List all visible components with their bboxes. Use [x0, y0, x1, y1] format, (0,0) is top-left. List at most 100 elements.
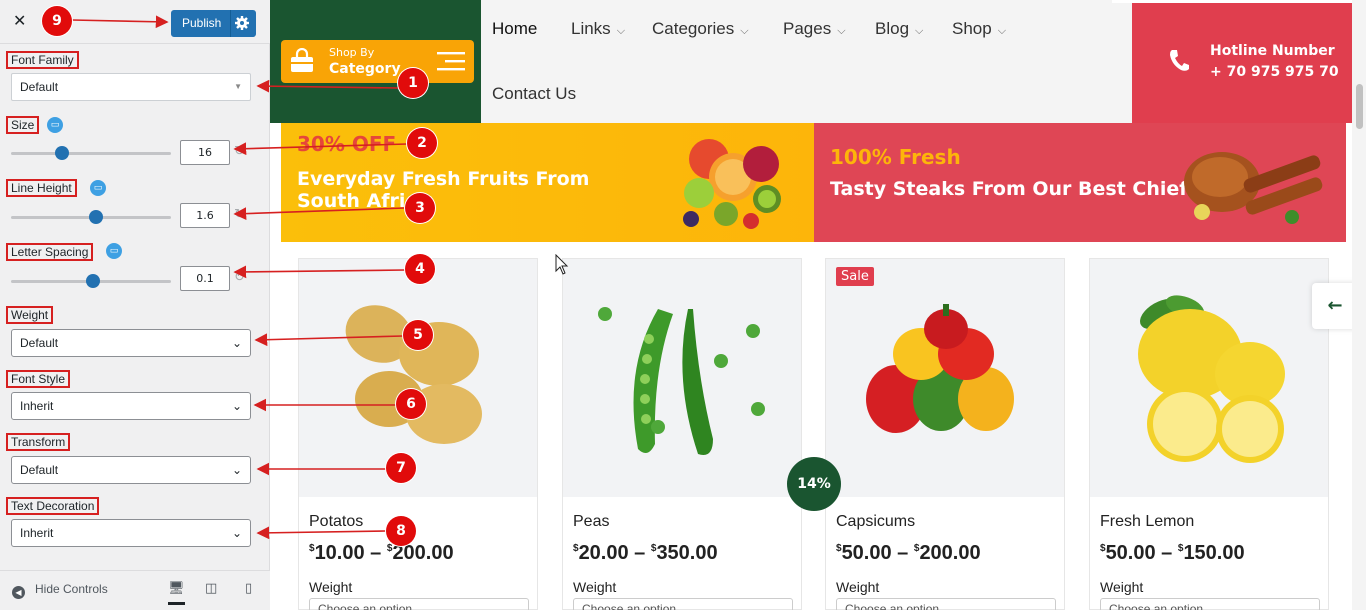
nav-contact[interactable]: Contact Us [492, 84, 576, 104]
product-card[interactable]: Sale Capsicums $50.00 – $200.00 Weight C… [825, 258, 1065, 610]
promo-banner-fruits[interactable]: 30% OFF Everyday Fresh Fruits From South… [281, 123, 814, 242]
main-navigation: Home Links ⌵ Categories ⌵ Pages ⌵ Blog ⌵ Sho… [481, 0, 1132, 123]
size-slider-thumb[interactable] [55, 146, 70, 160]
weight-select[interactable]: Choose an option [573, 598, 793, 610]
weight-label: Weight [836, 579, 880, 595]
responsive-icon[interactable]: ▭ [106, 243, 122, 259]
peas-image [598, 307, 765, 455]
product-image[interactable] [563, 259, 801, 497]
capsicum-image [866, 304, 1014, 433]
grilled-meat-image [1184, 152, 1323, 224]
collapse-icon: ◀ [12, 586, 25, 599]
weight-label: Weight [309, 579, 353, 595]
hamburger-icon [437, 52, 465, 71]
product-name[interactable]: Fresh Lemon [1100, 513, 1194, 531]
font-family-label: Font Family [6, 51, 79, 69]
mobile-icon[interactable]: ▯ [245, 581, 252, 596]
price-max: 350.00 [656, 542, 718, 564]
annotation-badge: 3 [405, 193, 435, 223]
transform-select[interactable]: Default ⌄ [11, 456, 251, 484]
reset-icon[interactable]: ↻ [234, 270, 245, 285]
discount-badge: 14% [787, 457, 841, 511]
price-min: 10.00 [314, 542, 365, 564]
price-max: 150.00 [1183, 542, 1245, 564]
promo-banner-steaks[interactable]: 100% Fresh Tasty Steaks From Our Best Ch… [814, 123, 1346, 242]
responsive-icon[interactable]: ▭ [90, 180, 106, 196]
reset-icon[interactable]: ↻ [234, 144, 245, 159]
transform-value: Default [20, 463, 59, 477]
phone-icon [1170, 50, 1189, 71]
line-height-input[interactable]: 1.6 [180, 203, 230, 228]
font-style-select[interactable]: Inherit ⌄ [11, 392, 251, 420]
product-card[interactable]: Fresh Lemon $50.00 – $150.00 Weight Choo… [1089, 258, 1329, 610]
text-decoration-value: Inherit [20, 526, 54, 540]
responsive-icon[interactable]: ▭ [47, 117, 63, 133]
tablet-icon[interactable]: ◫ [205, 581, 217, 596]
price-min: 20.00 [578, 542, 629, 564]
product-price: $10.00 – $200.00 [309, 542, 454, 564]
weight-label: Weight [573, 579, 617, 595]
line-height-label: Line Height [6, 179, 77, 197]
publish-separator [230, 10, 231, 37]
price-max: 200.00 [919, 542, 981, 564]
desktop-icon[interactable]: 🖥 [168, 581, 185, 605]
product-card[interactable]: Peas $20.00 – $350.00 Weight Choose an o… [562, 258, 802, 610]
header-brand-area: Shop By Category [270, 0, 481, 123]
nav-pages[interactable]: Pages ⌵ [783, 19, 846, 39]
chevron-down-icon: ⌵ [997, 25, 1007, 37]
nav-categories[interactable]: Categories ⌵ [652, 19, 749, 39]
weight-select[interactable]: Choose an option [836, 598, 1056, 610]
product-image[interactable] [826, 259, 1064, 497]
shop-by-category-button[interactable]: Shop By Category [281, 40, 474, 83]
weight-label: Weight [1100, 579, 1144, 595]
transform-label: Transform [6, 433, 71, 451]
product-name[interactable]: Peas [573, 513, 609, 531]
product-image[interactable] [299, 259, 537, 497]
weight-select[interactable]: Choose an option [309, 598, 529, 610]
hide-controls-label: Hide Controls [35, 582, 108, 596]
banner-offer: 30% OFF [297, 132, 397, 156]
font-style-label: Font Style [6, 370, 71, 388]
annotation-badge: 1 [398, 68, 428, 98]
sale-badge: Sale [836, 267, 874, 286]
fruit-image [683, 139, 781, 229]
product-image[interactable] [1090, 259, 1328, 497]
nav-blog[interactable]: Blog ⌵ [875, 19, 923, 39]
product-card[interactable]: Potatos $10.00 – $200.00 Weight Choose a… [298, 258, 538, 610]
hide-controls-button[interactable]: ◀ Hide Controls [12, 582, 108, 599]
product-name[interactable]: Potatos [309, 513, 363, 531]
size-slider-track[interactable] [11, 152, 171, 155]
chevron-down-icon: ⌵ [837, 25, 846, 37]
potato-image [345, 305, 482, 444]
publish-button[interactable]: Publish [171, 10, 256, 37]
hotline-number[interactable]: + 70 975 975 70 [1210, 64, 1339, 80]
nav-shop[interactable]: Shop ⌵ [952, 19, 1006, 39]
product-name[interactable]: Capsicums [836, 513, 915, 531]
gear-icon[interactable] [233, 13, 251, 39]
line-height-slider-thumb[interactable] [88, 210, 103, 224]
hotline-box: Hotline Number + 70 975 975 70 [1132, 3, 1366, 123]
annotation-badge: 8 [386, 516, 416, 546]
nav-blog-label: Blog [875, 19, 910, 38]
size-input[interactable]: 16 [180, 140, 230, 165]
text-decoration-select[interactable]: Inherit ⌄ [11, 519, 251, 547]
size-label: Size [6, 116, 40, 134]
mouse-cursor-icon [555, 254, 569, 275]
shop-by-line2: Category [329, 61, 401, 77]
nav-home[interactable]: Home [492, 19, 537, 39]
scrollbar-thumb[interactable] [1356, 84, 1363, 129]
scrollbar[interactable] [1352, 0, 1366, 610]
letter-spacing-slider-thumb[interactable] [85, 274, 100, 288]
customizer-header: ✕ Publish [0, 0, 270, 44]
weight-select[interactable]: Default ⌄ [11, 329, 251, 357]
banner-offer: 100% Fresh [830, 145, 961, 169]
font-family-select[interactable]: Default ▼ [11, 73, 251, 101]
nav-shop-label: Shop [952, 19, 992, 38]
letter-spacing-input[interactable]: 0.1 [180, 266, 230, 291]
close-icon[interactable]: ✕ [13, 11, 26, 30]
product-price: $20.00 – $350.00 [573, 542, 718, 564]
reset-icon[interactable]: ↻ [234, 207, 245, 222]
text-decoration-label: Text Decoration [6, 497, 100, 515]
weight-select[interactable]: Choose an option [1100, 598, 1320, 610]
nav-links[interactable]: Links ⌵ [571, 19, 625, 39]
